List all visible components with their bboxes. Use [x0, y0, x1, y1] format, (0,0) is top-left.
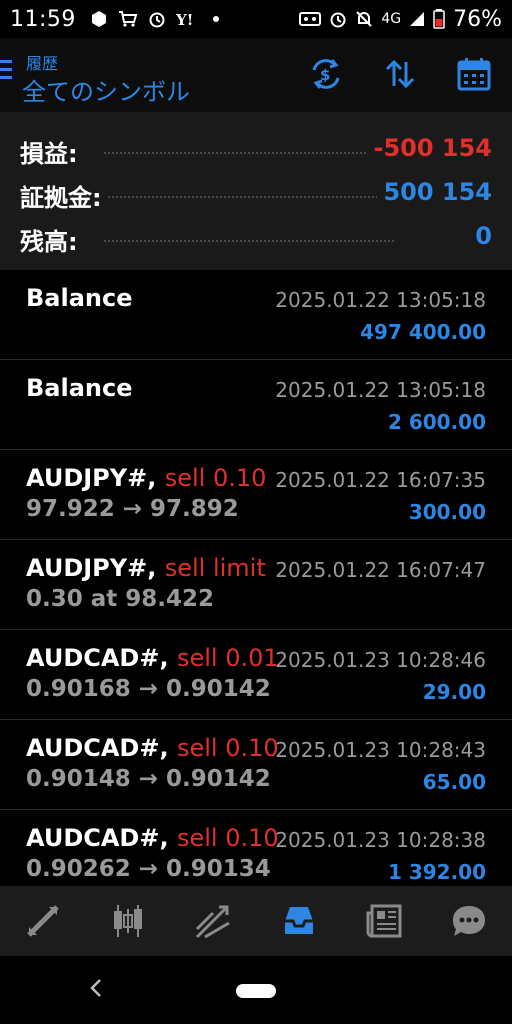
row-prices: 0.90148 → 0.90142	[26, 766, 271, 792]
toolbar: 履歴 全てのシンボル $	[0, 38, 512, 112]
yahoo-icon: Y!	[176, 11, 202, 27]
row-time: 2025.01.23 10:28:43	[275, 738, 486, 762]
row-prices: 97.922 → 97.892	[26, 496, 239, 522]
dotted-leader	[104, 152, 394, 154]
trade-icon[interactable]	[171, 886, 256, 956]
svg-text:$: $	[320, 66, 330, 84]
row-amount: 65.00	[422, 770, 486, 794]
row-type: sell limit	[164, 554, 266, 582]
row-prices: 0.30 at 98.422	[26, 586, 215, 612]
balance-value: 0	[469, 222, 492, 250]
row-title: AUDJPY#, sell limit	[26, 554, 266, 582]
history-row[interactable]: AUDJPY#, sell 0.10 97.922 → 97.892 2025.…	[0, 450, 512, 540]
row-title: AUDCAD#, sell 0.10	[26, 734, 279, 762]
history-row[interactable]: Balance 2025.01.22 13:05:18 497 400.00	[0, 270, 512, 360]
dotted-leader	[104, 196, 394, 198]
row-time: 2025.01.22 13:05:18	[275, 288, 486, 312]
history-icon[interactable]	[256, 886, 341, 956]
sort-icon[interactable]	[382, 56, 418, 92]
status-bar: 11:59 Y! 4G 76%	[0, 0, 512, 38]
row-prices: 0.90262 → 0.90134	[26, 856, 271, 882]
row-symbol: AUDJPY#,	[26, 464, 157, 492]
app-icon	[90, 10, 108, 28]
row-prices: 0.90168 → 0.90142	[26, 676, 271, 702]
row-title: Balance	[26, 284, 133, 312]
alarm-icon	[148, 10, 166, 28]
row-symbol: AUDCAD#,	[26, 644, 169, 672]
history-list[interactable]: Balance 2025.01.22 13:05:18 497 400.00 B…	[0, 270, 512, 886]
currency-exchange-icon[interactable]: $	[308, 56, 344, 92]
quotes-icon[interactable]	[0, 886, 85, 956]
calendar-icon[interactable]	[456, 56, 492, 92]
row-amount: 497 400.00	[360, 320, 486, 344]
dotted-leader	[104, 240, 394, 242]
row-time: 2025.01.23 10:28:46	[275, 648, 486, 672]
row-title: AUDCAD#, sell 0.01	[26, 644, 279, 672]
row-title: AUDCAD#, sell 0.10	[26, 824, 279, 852]
news-icon[interactable]	[341, 886, 426, 956]
profit-value: -500 154	[367, 134, 492, 162]
deposit-row: 証拠金: 500 154	[0, 174, 512, 214]
history-row[interactable]: AUDCAD#, sell 0.01 0.90168 → 0.90142 202…	[0, 630, 512, 720]
network-type: 4G	[381, 11, 402, 27]
notification-icons: Y!	[90, 10, 220, 28]
row-amount: 300.00	[408, 500, 486, 524]
svg-text:Y!: Y!	[176, 11, 193, 27]
row-amount: 1 392.00	[387, 860, 486, 884]
row-symbol: AUDCAD#,	[26, 734, 169, 762]
battery-percent: 76%	[453, 6, 502, 32]
signal-icon	[409, 11, 425, 27]
row-time: 2025.01.22 13:05:18	[275, 378, 486, 402]
profit-label: 損益:	[20, 134, 84, 169]
row-symbol: AUDCAD#,	[26, 824, 169, 852]
row-time: 2025.01.23 10:28:38	[275, 828, 486, 852]
history-row[interactable]: Balance 2025.01.22 13:05:18 2 600.00	[0, 360, 512, 450]
cart-icon	[118, 10, 138, 28]
back-icon[interactable]	[88, 976, 104, 1006]
row-time: 2025.01.22 16:07:47	[275, 558, 486, 582]
menu-icon[interactable]	[0, 60, 14, 82]
toolbar-subtitle: 履歴	[26, 54, 59, 73]
row-type: sell 0.10	[176, 824, 279, 852]
bottom-nav	[0, 886, 512, 956]
system-icons: 4G 76%	[299, 7, 502, 32]
deposit-value: 500 154	[377, 178, 492, 206]
summary-panel: 損益: -500 154 証拠金: 500 154 残高: 0	[0, 112, 512, 270]
system-nav-bar	[0, 956, 512, 1024]
dot-icon	[212, 15, 220, 23]
voicemail-icon	[299, 11, 322, 27]
row-time: 2025.01.22 16:07:35	[275, 468, 486, 492]
profit-row: 損益: -500 154	[0, 130, 512, 170]
row-type: sell 0.10	[164, 464, 267, 492]
row-type: sell 0.10	[176, 734, 279, 762]
row-amount: 2 600.00	[387, 410, 486, 434]
mute-icon	[355, 10, 373, 28]
row-title: Balance	[26, 374, 133, 402]
row-amount: 29.00	[422, 680, 486, 704]
history-row[interactable]: AUDCAD#, sell 0.10 0.90148 → 0.90142 202…	[0, 720, 512, 810]
history-row[interactable]: AUDJPY#, sell limit 0.30 at 98.422 2025.…	[0, 540, 512, 630]
alarm-icon	[329, 10, 347, 28]
deposit-label: 証拠金:	[20, 178, 108, 213]
chart-icon[interactable]	[85, 886, 170, 956]
home-button[interactable]	[236, 984, 276, 998]
history-row[interactable]: AUDCAD#, sell 0.10 0.90262 → 0.90134 202…	[0, 810, 512, 886]
status-time: 11:59	[10, 6, 76, 32]
row-type: sell 0.01	[176, 644, 279, 672]
symbol-selector[interactable]: 全てのシンボル	[22, 72, 190, 107]
battery-icon	[433, 9, 445, 29]
balance-row: 残高: 0	[0, 218, 512, 258]
chat-icon[interactable]	[427, 886, 512, 956]
row-symbol: AUDJPY#,	[26, 554, 157, 582]
row-title: AUDJPY#, sell 0.10	[26, 464, 266, 492]
balance-label: 残高:	[20, 222, 84, 257]
